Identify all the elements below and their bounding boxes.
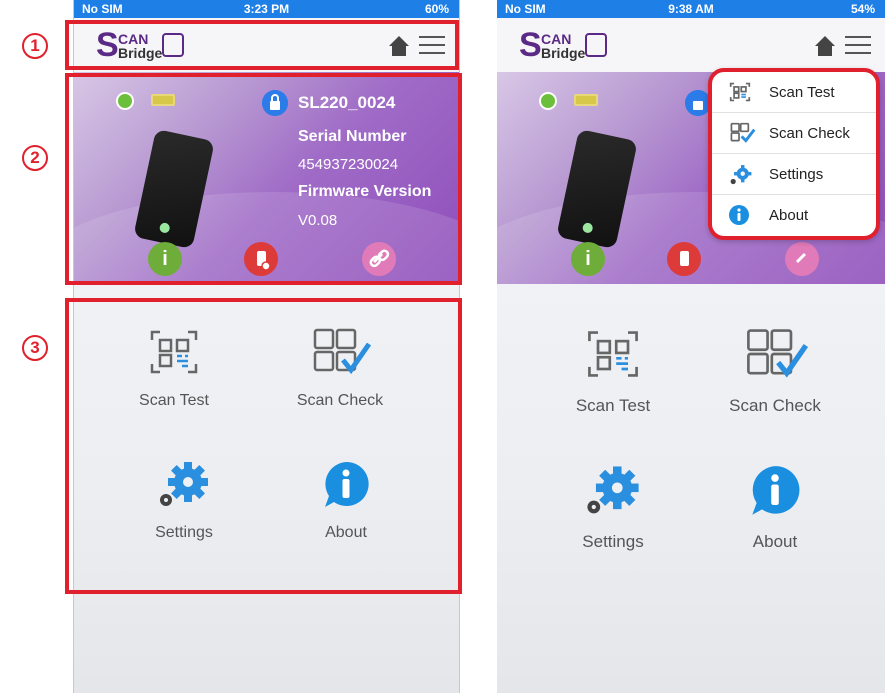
link-button[interactable] (785, 242, 819, 276)
right-phone-screen: No SIM 9:38 AM 54% S CAN Bridge i Scan T… (497, 0, 885, 693)
home-icon[interactable] (813, 34, 837, 58)
qr-scan-icon (588, 331, 638, 377)
annotation-box-feature-grid (65, 298, 462, 594)
menu-item-label: Scan Test (769, 84, 835, 101)
annotation-number-3: 3 (22, 335, 48, 361)
dropdown-menu: Scan Test Scan Check Settings About (708, 68, 880, 240)
scan-test-label: Scan Test (575, 396, 651, 415)
menu-item-scan-test[interactable]: Scan Test (712, 72, 876, 113)
annotation-box-header (65, 20, 459, 70)
info-icon (729, 205, 749, 225)
annotation-box-device-panel (65, 73, 462, 285)
info-bubble-icon (752, 466, 800, 515)
clock-label: 9:38 AM (668, 2, 714, 16)
qr-scan-icon (729, 82, 751, 102)
battery-label: 60% (424, 2, 449, 16)
menu-item-label: Scan Check (769, 125, 850, 142)
app-header: S CAN Bridge (497, 18, 885, 72)
link-icon (795, 252, 807, 264)
scan-check-label: Scan Check (729, 396, 821, 415)
disconnect-button[interactable] (667, 242, 701, 276)
battery-icon (574, 94, 598, 106)
hamburger-menu-icon[interactable] (845, 35, 871, 55)
connection-led-icon (539, 92, 557, 110)
qr-check-icon (747, 329, 808, 378)
menu-item-label: Settings (769, 166, 824, 183)
battery-label: 54% (850, 2, 875, 16)
scanbridge-logo: S CAN Bridge (519, 28, 619, 62)
device-info-button[interactable]: i (571, 242, 605, 276)
scan-test-tile[interactable]: Scan Test (533, 326, 693, 416)
about-tile[interactable]: About (695, 464, 855, 552)
menu-item-label: About (769, 207, 809, 224)
gear-icon (587, 466, 639, 514)
settings-label: Settings (582, 532, 644, 551)
gear-icon (730, 165, 752, 185)
settings-tile[interactable]: Settings (533, 464, 693, 552)
clock-label: 3:23 PM (243, 2, 290, 16)
status-bar: No SIM 3:23 PM 60% (74, 0, 459, 18)
menu-item-settings[interactable]: Settings (712, 154, 876, 195)
annotation-number-2: 2 (22, 145, 48, 171)
feature-grid: Scan Test Scan Check Settings About (497, 284, 885, 594)
menu-item-about[interactable]: About (712, 195, 876, 236)
disconnect-icon (680, 251, 689, 266)
annotation-number-1: 1 (22, 33, 48, 59)
qr-check-icon (730, 122, 756, 143)
about-label: About (752, 532, 798, 551)
status-bar: No SIM 9:38 AM 54% (497, 0, 885, 18)
scan-check-tile[interactable]: Scan Check (695, 326, 855, 416)
menu-item-scan-check[interactable]: Scan Check (712, 113, 876, 154)
